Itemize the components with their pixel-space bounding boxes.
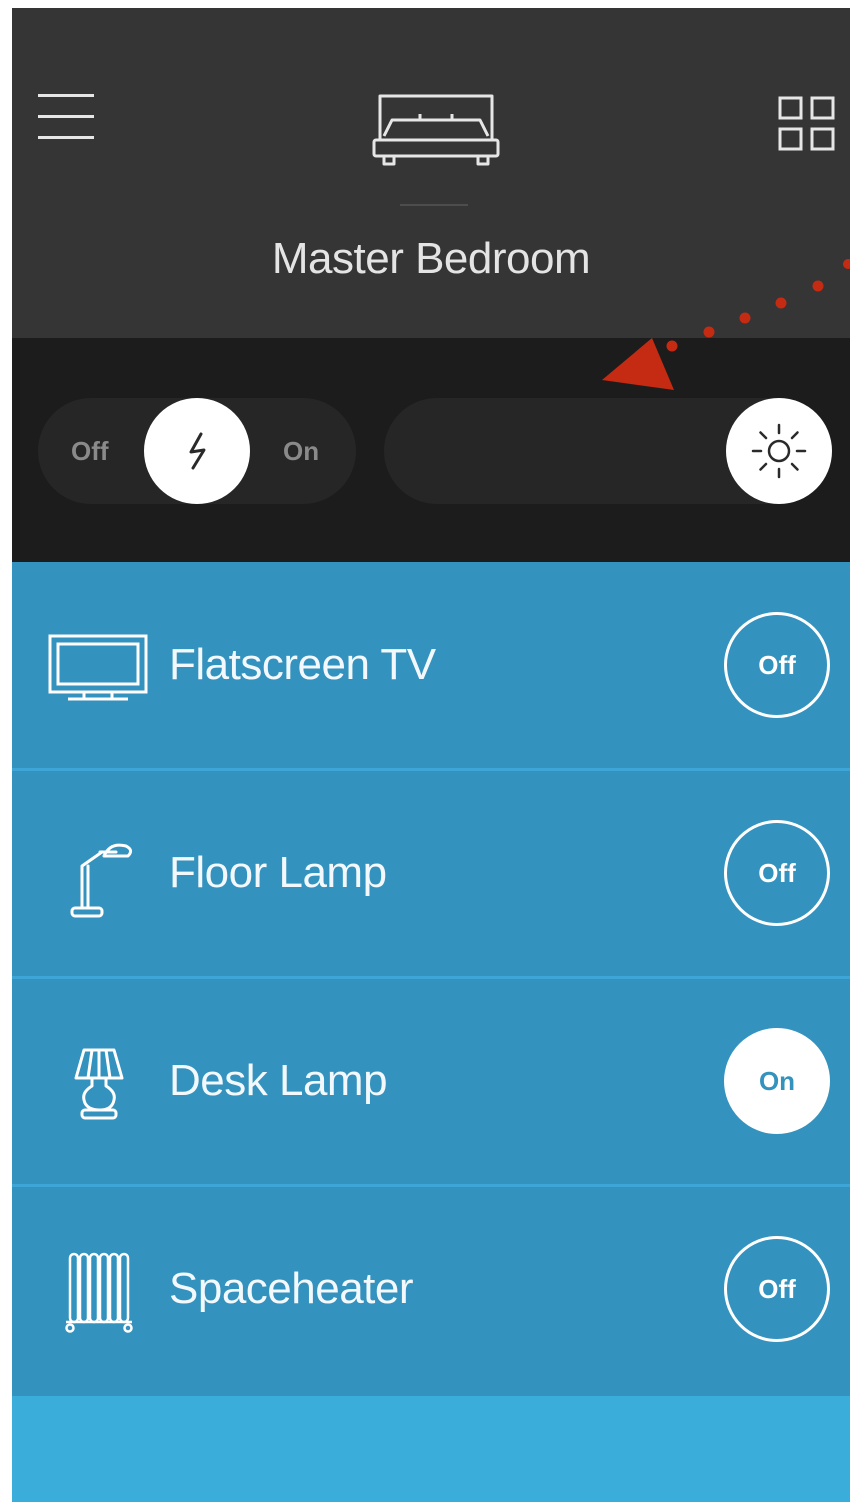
room-header: Master Bedroom — [12, 8, 850, 338]
floor-lamp-icon — [48, 822, 148, 922]
brightness-slider-handle[interactable] — [726, 398, 832, 504]
device-label: Desk Lamp — [169, 1056, 388, 1105]
sun-icon — [751, 423, 807, 479]
room-title: Master Bedroom — [271, 234, 591, 283]
device-row[interactable]: Flatscreen TV Off — [12, 562, 850, 771]
device-row[interactable]: Desk Lamp On — [12, 978, 850, 1187]
room-power-toggle[interactable]: Off On — [38, 398, 356, 504]
device-toggle-button[interactable]: On — [724, 1028, 830, 1134]
power-toggle-knob[interactable] — [144, 398, 250, 504]
device-label: Spaceheater — [169, 1264, 414, 1313]
device-toggle-button[interactable]: Off — [724, 612, 830, 718]
hamburger-menu-icon[interactable] — [38, 94, 94, 140]
device-list: Flatscreen TV Off Floor Lamp Off Desk La… — [12, 562, 850, 1396]
device-row[interactable]: Floor Lamp Off — [12, 770, 850, 979]
room-control-bar: Off On — [12, 338, 850, 562]
tv-icon — [48, 614, 148, 714]
brightness-slider[interactable] — [384, 398, 832, 504]
device-label: Floor Lamp — [169, 848, 387, 897]
power-on-label: On — [283, 436, 320, 466]
desk-lamp-icon — [48, 1030, 148, 1130]
spaceheater-icon — [48, 1238, 148, 1338]
power-off-label: Off — [71, 436, 109, 466]
device-row[interactable]: Spaceheater Off — [12, 1186, 850, 1394]
device-toggle-button[interactable]: Off — [724, 820, 830, 926]
device-toggle-button[interactable]: Off — [724, 1236, 830, 1342]
lightning-bolt-icon — [189, 432, 206, 470]
bed-icon — [372, 94, 500, 174]
device-label: Flatscreen TV — [169, 640, 436, 689]
grid-view-icon[interactable] — [778, 96, 836, 152]
header-divider — [400, 204, 468, 206]
app-screen: Master Bedroom Off On Flatscreen TV Off … — [12, 8, 850, 1502]
